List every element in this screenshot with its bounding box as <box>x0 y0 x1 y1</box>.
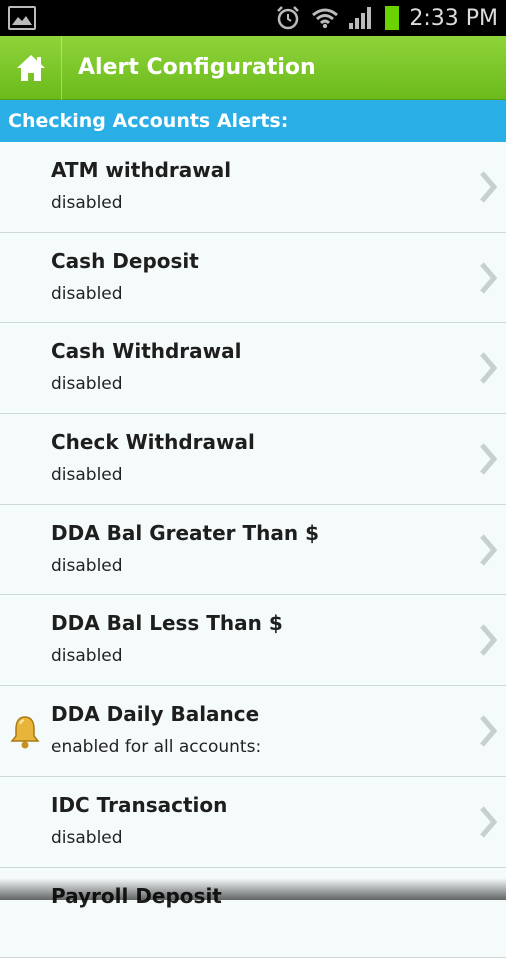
chevron-right-icon <box>478 714 500 748</box>
alert-status: disabled <box>51 465 123 485</box>
alert-title: Cash Withdrawal <box>51 339 242 363</box>
chevron-right-icon <box>478 351 500 385</box>
alert-title: Check Withdrawal <box>51 430 255 454</box>
wifi-icon <box>311 7 339 29</box>
list-item[interactable]: Payroll Deposit <box>0 868 506 958</box>
list-item[interactable]: Cash Withdrawal disabled <box>0 323 506 414</box>
gallery-icon <box>8 6 36 30</box>
alert-title: DDA Bal Less Than $ <box>51 611 283 635</box>
list-item[interactable]: DDA Daily Balance enabled for all accoun… <box>0 686 506 777</box>
alert-title: Cash Deposit <box>51 249 199 273</box>
list-item[interactable]: Check Withdrawal disabled <box>0 414 506 505</box>
app-header: Alert Configuration <box>0 36 506 100</box>
home-icon <box>14 52 48 84</box>
alert-list: ATM withdrawal disabled Cash Deposit dis… <box>0 142 506 958</box>
alert-title: IDC Transaction <box>51 793 227 817</box>
alert-status: disabled <box>51 646 123 666</box>
list-item[interactable]: Cash Deposit disabled <box>0 233 506 324</box>
alert-title: DDA Daily Balance <box>51 702 259 726</box>
chevron-right-icon <box>478 805 500 839</box>
section-header: Checking Accounts Alerts: <box>0 100 506 142</box>
alert-status: disabled <box>51 828 123 848</box>
list-item[interactable]: IDC Transaction disabled <box>0 777 506 868</box>
alert-title: ATM withdrawal <box>51 158 231 182</box>
battery-icon <box>385 6 399 30</box>
status-bar: 2:33 PM <box>0 0 506 36</box>
chevron-right-icon <box>478 170 500 204</box>
list-item[interactable]: ATM withdrawal disabled <box>0 142 506 233</box>
signal-icon <box>349 7 375 29</box>
chevron-right-icon <box>478 261 500 295</box>
list-item[interactable]: DDA Bal Less Than $ disabled <box>0 595 506 686</box>
alert-status: enabled for all accounts: <box>51 737 261 757</box>
alert-title: DDA Bal Greater Than $ <box>51 521 319 545</box>
home-button[interactable] <box>0 36 62 100</box>
alert-status: disabled <box>51 374 123 394</box>
page-title: Alert Configuration <box>78 36 316 100</box>
alert-status: disabled <box>51 556 123 576</box>
bell-icon <box>8 714 42 750</box>
chevron-right-icon <box>478 533 500 567</box>
chevron-right-icon <box>478 623 500 657</box>
alarm-icon <box>275 5 301 31</box>
alert-status: disabled <box>51 193 123 213</box>
list-item[interactable]: DDA Bal Greater Than $ disabled <box>0 505 506 596</box>
chevron-right-icon <box>478 442 500 476</box>
clock: 2:33 PM <box>409 6 498 31</box>
alert-title: Payroll Deposit <box>51 884 222 908</box>
alert-status: disabled <box>51 284 123 304</box>
